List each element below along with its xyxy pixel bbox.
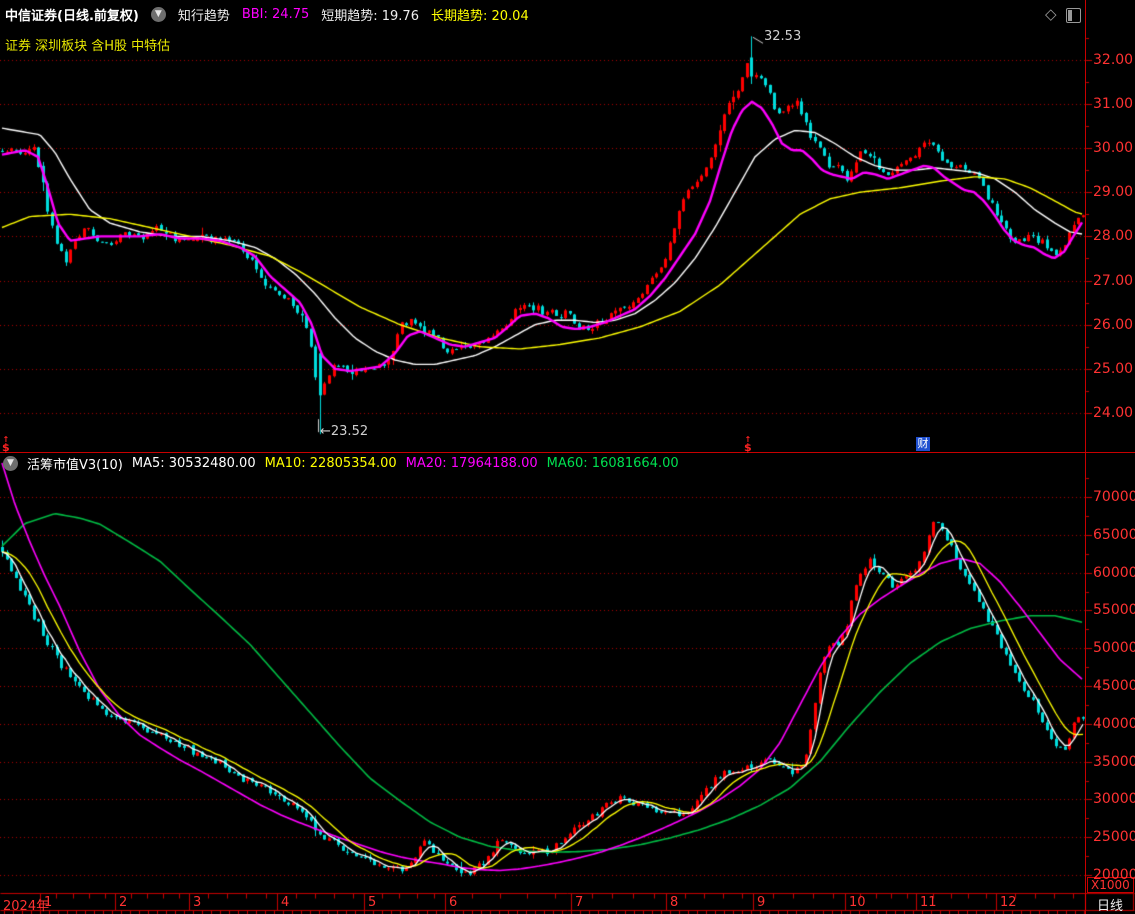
month-label: 2 <box>119 895 127 910</box>
short-trend-value: 短期趋势: 19.76 <box>321 5 419 24</box>
month-label: 11 <box>920 895 937 910</box>
y-axis-label: 30.00 <box>1093 140 1135 156</box>
bbi-value: BBI: 24.75 <box>242 7 309 22</box>
y-axis-label: 28.00 <box>1093 228 1135 244</box>
y-axis-label: 29.00 <box>1093 184 1135 200</box>
panel-divider <box>0 452 1135 453</box>
month-label: 6 <box>449 895 457 910</box>
event-marker[interactable]: ↑$ <box>744 437 752 453</box>
y-axis-label: 55000 <box>1093 602 1135 618</box>
month-label: 1 <box>44 895 52 910</box>
date-axis-canvas[interactable] <box>0 888 1135 914</box>
y-axis-label: 30000 <box>1093 791 1135 807</box>
y-axis-label: 70000 <box>1093 489 1135 505</box>
bottom-chart-canvas[interactable] <box>0 455 1135 893</box>
y-axis-label: 32.00 <box>1093 52 1135 68</box>
low-annotation: ←23.52 <box>320 424 368 439</box>
event-marker[interactable]: ↑$ <box>2 437 10 453</box>
month-label: 3 <box>193 895 201 910</box>
y-axis-label: 65000 <box>1093 527 1135 543</box>
high-annotation: 32.53 <box>764 29 801 44</box>
chevron-down-icon[interactable]: ▼ <box>151 7 166 22</box>
y-axis-label: 26.00 <box>1093 317 1135 333</box>
event-marker[interactable]: 财 <box>916 437 930 451</box>
month-label: 12 <box>1000 895 1017 910</box>
header-bar: 中信证券(日线.前复权) ▼ 知行趋势 BBI: 24.75 短期趋势: 19.… <box>0 0 529 28</box>
indicator2-name: 活筹市值V3(10) <box>27 454 123 473</box>
y-axis-label: 50000 <box>1093 640 1135 656</box>
ma10-value: MA10: 22805354.00 <box>265 456 397 471</box>
split-pane-icon[interactable] <box>1066 8 1081 23</box>
month-label: 4 <box>281 895 289 910</box>
chevron-down-icon[interactable]: ▼ <box>3 456 18 471</box>
long-trend-value: 长期趋势: 20.04 <box>431 5 529 24</box>
y-axis-label: 31.00 <box>1093 96 1135 112</box>
month-label: 8 <box>670 895 678 910</box>
ma5-value: MA5: 30532480.00 <box>132 456 256 471</box>
y-axis-label: 35000 <box>1093 754 1135 770</box>
diamond-icon[interactable]: ◇ <box>1045 5 1057 23</box>
top-chart-canvas[interactable] <box>0 28 1135 453</box>
y-axis-label: 20000 <box>1093 867 1135 883</box>
right-axis-line <box>1085 0 1086 914</box>
ma20-value: MA20: 17964188.00 <box>406 456 538 471</box>
year-label: 2024年 <box>3 895 49 914</box>
y-axis-label: 45000 <box>1093 678 1135 694</box>
app-container: 中信证券(日线.前复权) ▼ 知行趋势 BBI: 24.75 短期趋势: 19.… <box>0 0 1135 914</box>
y-axis-label: 24.00 <box>1093 405 1135 421</box>
sector-label: 证券 深圳板块 含H股 中特估 <box>5 35 170 54</box>
month-label: 9 <box>757 895 765 910</box>
y-axis-label: 40000 <box>1093 716 1135 732</box>
indicator-name: 知行趋势 <box>178 5 230 24</box>
stock-title: 中信证券(日线.前复权) <box>5 5 139 24</box>
month-label: 7 <box>575 895 583 910</box>
indicator-panel-header: ▼ 活筹市值V3(10) MA5: 30532480.00 MA10: 2280… <box>3 454 679 473</box>
y-axis-label: 25.00 <box>1093 361 1135 377</box>
month-label: 5 <box>368 895 376 910</box>
y-axis-label: 60000 <box>1093 565 1135 581</box>
period-label[interactable]: 日线 <box>1097 895 1123 914</box>
ma60-value: MA60: 16081664.00 <box>547 456 679 471</box>
y-axis-label: 27.00 <box>1093 273 1135 289</box>
month-label: 10 <box>849 895 866 910</box>
y-axis-label: 25000 <box>1093 829 1135 845</box>
